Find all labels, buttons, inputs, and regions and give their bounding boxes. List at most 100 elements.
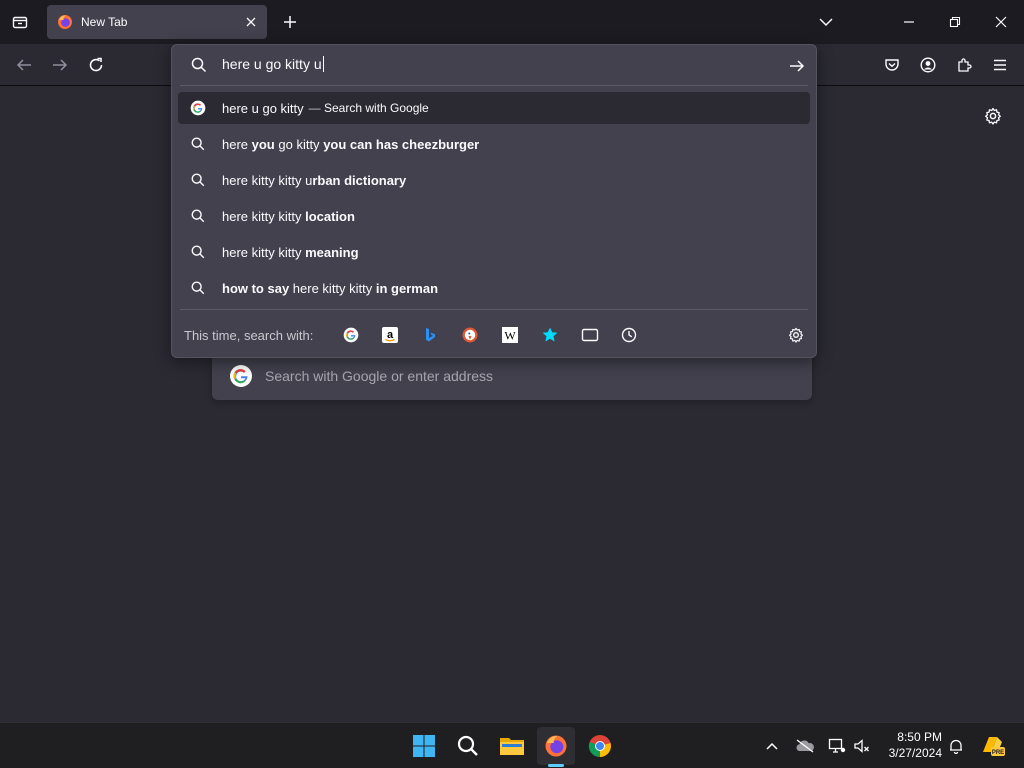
close-icon: [995, 16, 1007, 28]
back-button[interactable]: [11, 52, 37, 78]
google-icon: [343, 327, 359, 343]
close-icon: [246, 17, 256, 27]
hamburger-menu-icon: [994, 59, 1006, 71]
account-button[interactable]: [915, 52, 941, 78]
result-suggestion[interactable]: here kitty kitty urban dictionary: [178, 164, 810, 196]
amazon-icon: a: [382, 327, 398, 343]
system-clock[interactable]: 8:50 PM 3/27/2024: [876, 729, 942, 761]
chrome-taskbar-button[interactable]: [581, 727, 619, 765]
taskbar-search-button[interactable]: [449, 727, 487, 765]
copilot-button[interactable]: PRE: [980, 735, 1006, 757]
app-menu-button[interactable]: [987, 52, 1013, 78]
suggestion-text: here kitty kitty meaning: [222, 244, 359, 260]
firefox-icon: [57, 14, 73, 30]
urlbar-input-value: here u go kitty u: [222, 56, 322, 72]
tabs-icon: [581, 328, 599, 342]
customize-newtab-button[interactable]: [981, 104, 1005, 128]
oneoff-bing-button[interactable]: [419, 324, 441, 346]
notifications-button[interactable]: [945, 735, 967, 757]
oneoff-wikipedia-button[interactable]: W: [499, 324, 521, 346]
extensions-button[interactable]: [951, 52, 977, 78]
oneoff-amazon-button[interactable]: a: [379, 324, 401, 346]
minimize-button[interactable]: [895, 8, 923, 36]
onedrive-button[interactable]: [794, 735, 816, 757]
oneoff-duckduckgo-button[interactable]: [459, 324, 481, 346]
gear-icon: [788, 327, 804, 343]
oneoff-tabs-button[interactable]: [579, 324, 601, 346]
suggestion-text: here kitty kitty urban dictionary: [222, 172, 407, 188]
oneoff-label: This time, search with:: [184, 328, 314, 343]
text-caret: [322, 56, 324, 72]
gear-icon: [985, 107, 1001, 125]
search-icon: [190, 208, 206, 224]
svg-text:W: W: [504, 329, 516, 343]
file-explorer-button[interactable]: [493, 727, 531, 765]
firefox-taskbar-button[interactable]: [537, 727, 575, 765]
tab-new-tab[interactable]: New Tab: [47, 5, 267, 39]
restore-icon: [949, 16, 961, 28]
network-icon: [828, 738, 846, 753]
firefox-icon: [545, 735, 567, 757]
tab-strip: New Tab: [0, 0, 1024, 44]
chrome-icon: [588, 735, 611, 758]
chevron-down-icon: [819, 18, 833, 27]
volume-muted-icon: [854, 739, 869, 753]
oneoff-history-button[interactable]: [618, 324, 640, 346]
search-icon: [190, 280, 206, 296]
google-icon: [229, 364, 253, 388]
tab-title: New Tab: [81, 15, 128, 29]
result-suggestion[interactable]: here kitty kitty meaning: [178, 236, 810, 268]
oneoff-bookmarks-button[interactable]: [539, 324, 561, 346]
history-clock-icon: [621, 327, 637, 343]
forward-button[interactable]: [47, 52, 73, 78]
list-all-tabs-button[interactable]: [8, 10, 32, 34]
svg-text:a: a: [387, 329, 394, 341]
suggestion-text: here you go kitty you can has cheezburge…: [222, 136, 480, 152]
urlbar-input[interactable]: here u go kitty u: [222, 56, 324, 72]
network-button[interactable]: [826, 735, 848, 757]
arrow-right-icon: [53, 59, 68, 71]
go-button[interactable]: [786, 55, 808, 77]
onedrive-offline-icon: [796, 739, 814, 753]
tab-list-icon: [12, 16, 28, 29]
reload-button[interactable]: [83, 52, 109, 78]
restore-button[interactable]: [941, 8, 969, 36]
search-settings-button[interactable]: [785, 324, 807, 346]
search-icon: [190, 56, 208, 74]
tab-overflow-button[interactable]: [812, 8, 840, 36]
search-icon: [190, 136, 206, 152]
result-suggestion[interactable]: how to say here kitty kitty in german: [178, 272, 810, 304]
new-tab-button[interactable]: [278, 10, 302, 34]
search-icon: [457, 735, 478, 756]
copilot-pre-icon: PRE: [983, 737, 1005, 756]
pocket-icon: [885, 59, 899, 71]
notifications-bell-icon: [950, 739, 962, 754]
suggestion-text: here kitty kitty location: [222, 208, 355, 224]
newtab-search-box[interactable]: Search with Google or enter address: [212, 352, 812, 400]
close-tab-button[interactable]: [238, 9, 264, 35]
pocket-button[interactable]: [879, 52, 905, 78]
result-search-with-google[interactable]: here u go kitty — Search with Google: [178, 92, 810, 124]
result-suggestion[interactable]: here kitty kitty location: [178, 200, 810, 232]
close-window-button[interactable]: [987, 8, 1015, 36]
urlbar-divider: [180, 85, 808, 86]
account-icon: [920, 57, 936, 73]
minimize-icon: [904, 21, 914, 23]
oneoff-divider: [180, 309, 808, 310]
wikipedia-icon: W: [502, 327, 518, 343]
windows-start-icon: [413, 735, 435, 757]
arrow-right-icon: [790, 60, 805, 72]
start-button[interactable]: [405, 727, 443, 765]
show-hidden-icons-button[interactable]: [761, 735, 783, 757]
result-suggestion[interactable]: here you go kitty you can has cheezburge…: [178, 128, 810, 160]
result-action: Search with Google: [324, 101, 429, 115]
oneoff-google-button[interactable]: [340, 324, 362, 346]
plus-icon: [284, 16, 296, 28]
search-icon: [190, 172, 206, 188]
arrow-left-icon: [16, 59, 31, 71]
file-explorer-icon: [500, 738, 524, 755]
svg-text:PRE: PRE: [992, 750, 1004, 756]
volume-button[interactable]: [851, 735, 873, 757]
active-app-indicator: [548, 764, 564, 767]
search-icon: [190, 244, 206, 260]
